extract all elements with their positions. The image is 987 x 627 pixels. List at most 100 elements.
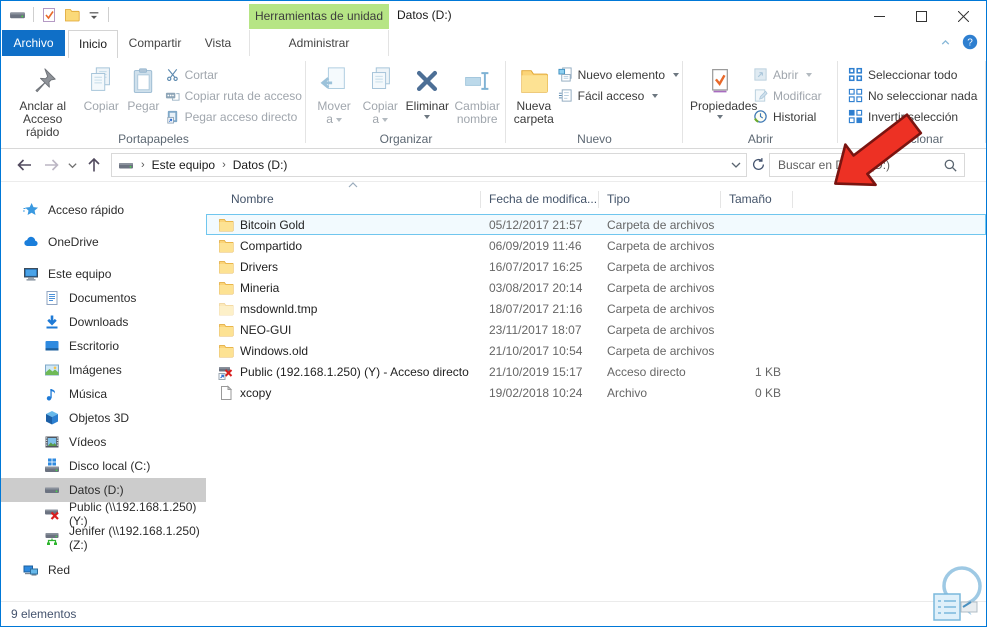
breadcrumb-this-pc[interactable]: Este equipo xyxy=(152,158,215,172)
paste-button[interactable]: Pegar xyxy=(124,60,162,115)
status-bar: 9 elementos xyxy=(1,601,986,626)
new-folder-quick-icon[interactable] xyxy=(64,7,80,23)
column-header-fecha[interactable]: Fecha de modifica... xyxy=(481,190,599,208)
properties-quick-icon[interactable] xyxy=(41,7,57,23)
rename-button[interactable]: Cambiar nombre xyxy=(452,60,502,128)
sidebar-item-jenifer-192-168-1-250-z[interactable]: Jenifer (\\192.168.1.250) (Z:) xyxy=(1,524,206,552)
address-field[interactable]: › Este equipo › Datos (D:) xyxy=(111,153,747,177)
tab-compartir[interactable]: Compartir xyxy=(121,30,189,56)
paste-shortcut-button[interactable]: Pegar acceso directo xyxy=(165,107,302,126)
tab-administrar[interactable]: Administrar xyxy=(249,30,389,56)
sidebar-item-v-deos[interactable]: Vídeos xyxy=(1,430,206,454)
file-row-xcopy[interactable]: xcopy 19/02/2018 10:24 Archivo 0 KB xyxy=(206,382,986,403)
collapse-ribbon-icon[interactable] xyxy=(939,36,952,49)
sidebar-item-disco-local-c[interactable]: Disco local (C:) xyxy=(1,454,206,478)
breadcrumb-datos-d[interactable]: Datos (D:) xyxy=(233,158,288,172)
main-area: Acceso rápido OneDrive Este equipo Document… xyxy=(1,181,986,601)
file-name-cell: Mineria xyxy=(206,280,481,296)
sidebar-item-label: OneDrive xyxy=(48,235,99,249)
folder-icon xyxy=(218,217,234,233)
button-label: Eliminar xyxy=(405,99,450,113)
copy-to-button[interactable]: Copiar a xyxy=(358,60,402,128)
move-to-button[interactable]: Mover a xyxy=(312,60,356,128)
file-date-cell: 18/07/2017 21:16 xyxy=(489,301,583,316)
new-item-button[interactable]: Nuevo elemento xyxy=(558,65,679,84)
file-row-drivers[interactable]: Drivers 16/07/2017 16:25 Carpeta de archiv… xyxy=(206,256,986,277)
edit-icon xyxy=(753,88,768,103)
file-row-compartido[interactable]: Compartido 06/09/2019 11:46 Carpeta de arc… xyxy=(206,235,986,256)
file-row-windows-old[interactable]: Windows.old 21/10/2017 10:54 Carpeta de ar… xyxy=(206,340,986,361)
download-icon xyxy=(44,314,60,330)
sidebar-item-im-genes[interactable]: Imágenes xyxy=(1,358,206,382)
search-box[interactable] xyxy=(769,153,965,177)
copy-path-button[interactable]: Copiar ruta de acceso xyxy=(165,86,302,105)
cut-button[interactable]: Cortar xyxy=(165,65,302,84)
new-item-icon xyxy=(558,67,573,82)
sort-ascending-icon xyxy=(347,181,359,188)
sidebar-item-label: Disco local (C:) xyxy=(69,459,151,473)
easy-access-button[interactable]: Fácil acceso xyxy=(558,86,679,105)
file-row-bitcoin-gold[interactable]: Bitcoin Gold 05/12/2017 21:57 Carpeta de a… xyxy=(206,214,986,235)
sidebar-item-objetos-3d[interactable]: Objetos 3D xyxy=(1,406,206,430)
delete-x-icon xyxy=(405,62,449,99)
search-input[interactable] xyxy=(776,157,943,173)
sidebar-item-label: Acceso rápido xyxy=(48,203,125,217)
open-button[interactable]: Abrir xyxy=(753,65,822,84)
pin-to-quick-access-button[interactable]: Anclar al Acceso rápido xyxy=(7,60,78,141)
drive-tools-tab[interactable]: Herramientas de unidad xyxy=(249,4,389,29)
properties-button[interactable]: Propiedades xyxy=(689,60,757,121)
sidebar-item-public-192-168-1-250-y[interactable]: Public (\\192.168.1.250) (Y:) xyxy=(1,500,206,528)
select-all-button[interactable]: Seleccionar todo xyxy=(848,65,977,84)
sidebar-item-m-sica[interactable]: Música xyxy=(1,382,206,406)
edit-button[interactable]: Modificar xyxy=(753,86,822,105)
new-folder-button[interactable]: Nueva carpeta xyxy=(512,60,556,128)
button-label: Nueva carpeta xyxy=(513,99,554,126)
column-header-tipo[interactable]: Tipo xyxy=(599,190,721,208)
refresh-icon[interactable] xyxy=(751,157,766,172)
sidebar-item-datos-d[interactable]: Datos (D:) xyxy=(1,478,206,502)
folder-icon xyxy=(218,322,234,338)
file-row-mineria[interactable]: Mineria 03/08/2017 20:14 Carpeta de archiv… xyxy=(206,277,986,298)
sidebar-item-escritorio[interactable]: Escritorio xyxy=(1,334,206,358)
search-icon[interactable] xyxy=(943,158,958,173)
address-dropdown-chevron-icon[interactable] xyxy=(730,159,742,171)
group-label-seleccionar: Seleccionar xyxy=(880,132,944,146)
tab-vista[interactable]: Vista xyxy=(192,30,244,56)
picture-icon xyxy=(44,362,60,378)
copy-button[interactable]: Copiar xyxy=(80,60,122,115)
back-button[interactable] xyxy=(15,156,33,174)
sidebar-item-red[interactable]: Red xyxy=(1,558,206,582)
file-name-cell: msdownld.tmp xyxy=(206,301,481,317)
maximize-button[interactable] xyxy=(900,3,942,29)
recent-locations-chevron-icon[interactable] xyxy=(67,160,78,171)
minimize-button[interactable] xyxy=(858,3,900,29)
sidebar-item-documentos[interactable]: Documentos xyxy=(1,286,206,310)
sidebar-item-label: Objetos 3D xyxy=(69,411,130,425)
history-button[interactable]: Historial xyxy=(753,107,822,126)
file-row-msdownld-tmp[interactable]: msdownld.tmp 18/07/2017 21:16 Carpeta de a… xyxy=(206,298,986,319)
sidebar-item-downloads[interactable]: Downloads xyxy=(1,310,206,334)
help-icon[interactable]: ? xyxy=(962,34,978,50)
file-row-neo-gui[interactable]: NEO-GUI 23/11/2017 18:07 Carpeta de archiv… xyxy=(206,319,986,340)
folder-icon xyxy=(218,343,234,359)
close-button[interactable] xyxy=(942,3,984,29)
group-label-abrir: Abrir xyxy=(747,132,774,146)
file-row-public-192-168-1-250-y-acceso-directo[interactable]: Public (192.168.1.250) (Y) - Acceso dire… xyxy=(206,361,986,382)
up-button[interactable] xyxy=(85,156,103,174)
sidebar-item-este-equipo[interactable]: Este equipo xyxy=(1,262,206,286)
tab-archivo[interactable]: Archivo xyxy=(2,30,65,56)
file-type-cell: Carpeta de archivos xyxy=(607,280,715,295)
select-none-button[interactable]: No seleccionar nada xyxy=(848,86,977,105)
sidebar-item-acceso-r-pido[interactable]: Acceso rápido xyxy=(1,198,206,222)
invert-selection-button[interactable]: Invertir selección xyxy=(848,107,977,126)
customize-toolbar-icon[interactable] xyxy=(87,8,101,22)
forward-button[interactable] xyxy=(43,156,61,174)
column-header-tamano[interactable]: Tamaño xyxy=(721,190,793,208)
sidebar-item-label: Imágenes xyxy=(69,363,122,377)
delete-button[interactable]: Eliminar xyxy=(404,60,450,121)
ribbon-group-seleccionar: Seleccionar todo No seleccionar nada Inv… xyxy=(838,57,986,148)
column-header-nombre[interactable]: Nombre xyxy=(206,190,481,208)
folder-icon xyxy=(218,280,234,296)
tab-inicio[interactable]: Inicio xyxy=(68,30,118,58)
sidebar-item-onedrive[interactable]: OneDrive xyxy=(1,230,206,254)
